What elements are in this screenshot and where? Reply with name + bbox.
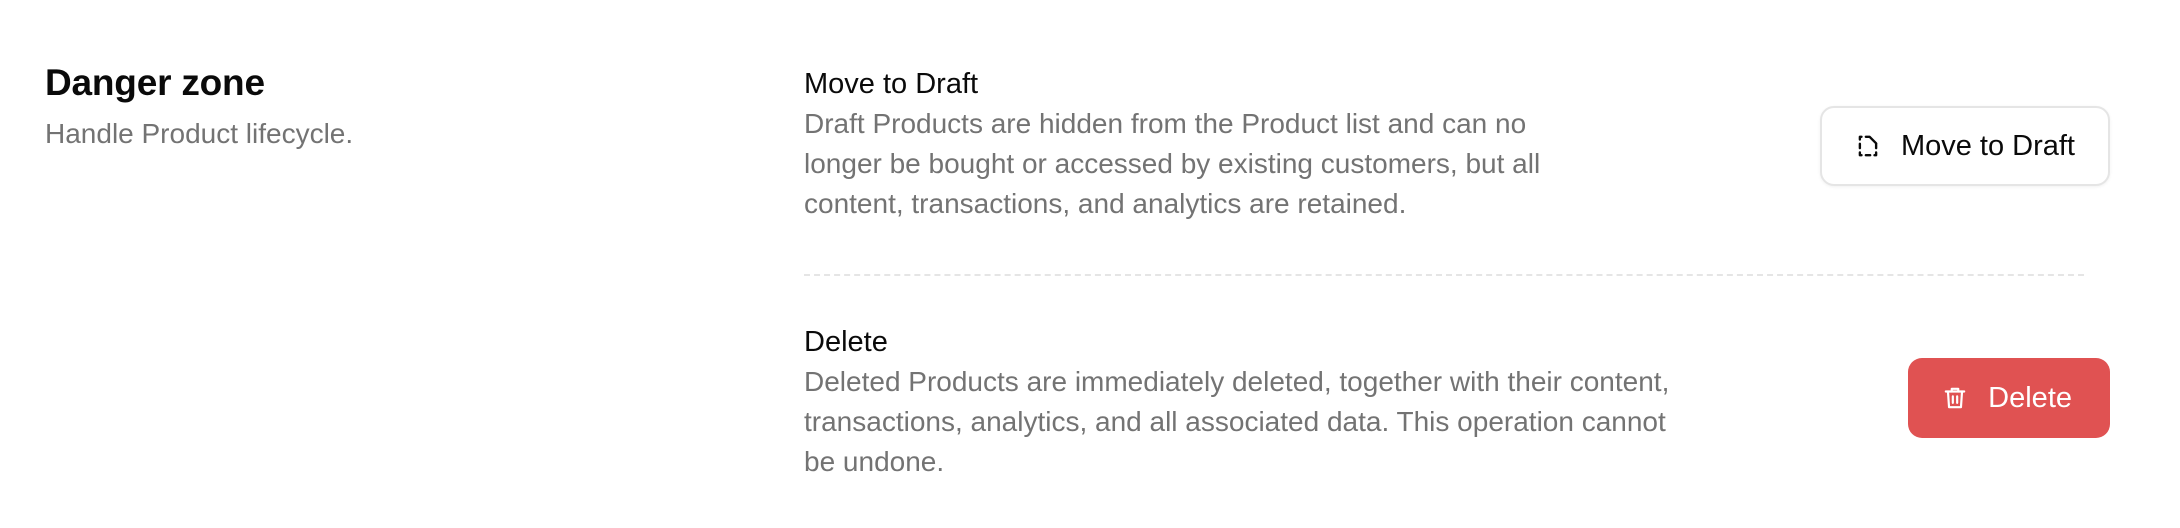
delete-info: Delete Deleted Products are immediately … [804, 322, 1704, 482]
move-to-draft-button[interactable]: Move to Draft [1819, 106, 2110, 186]
move-to-draft-title: Move to Draft [804, 68, 979, 100]
delete-row: Delete Deleted Products are immediately … [804, 322, 2110, 482]
delete-button[interactable]: Delete [1908, 358, 2110, 438]
delete-title: Delete [804, 326, 888, 358]
move-to-draft-button-label: Move to Draft [1900, 129, 2075, 162]
delete-description: Deleted Products are immediately deleted… [804, 366, 1670, 477]
section-title: Danger zone [45, 62, 265, 103]
divider [804, 274, 2084, 276]
move-to-draft-row: Move to Draft Draft Products are hidden … [804, 64, 2110, 224]
section-subtitle: Handle Product lifecycle. [45, 118, 354, 149]
danger-zone-header: Danger zone Handle Product lifecycle. [45, 55, 685, 154]
move-to-draft-info: Move to Draft Draft Products are hidden … [804, 64, 1604, 224]
move-to-draft-description: Draft Products are hidden from the Produ… [804, 108, 1541, 219]
delete-button-label: Delete [1988, 381, 2072, 414]
danger-zone-actions: Move to Draft Draft Products are hidden … [804, 64, 2110, 482]
file-dashed-icon [1855, 133, 1881, 159]
trash-icon [1942, 385, 1968, 411]
